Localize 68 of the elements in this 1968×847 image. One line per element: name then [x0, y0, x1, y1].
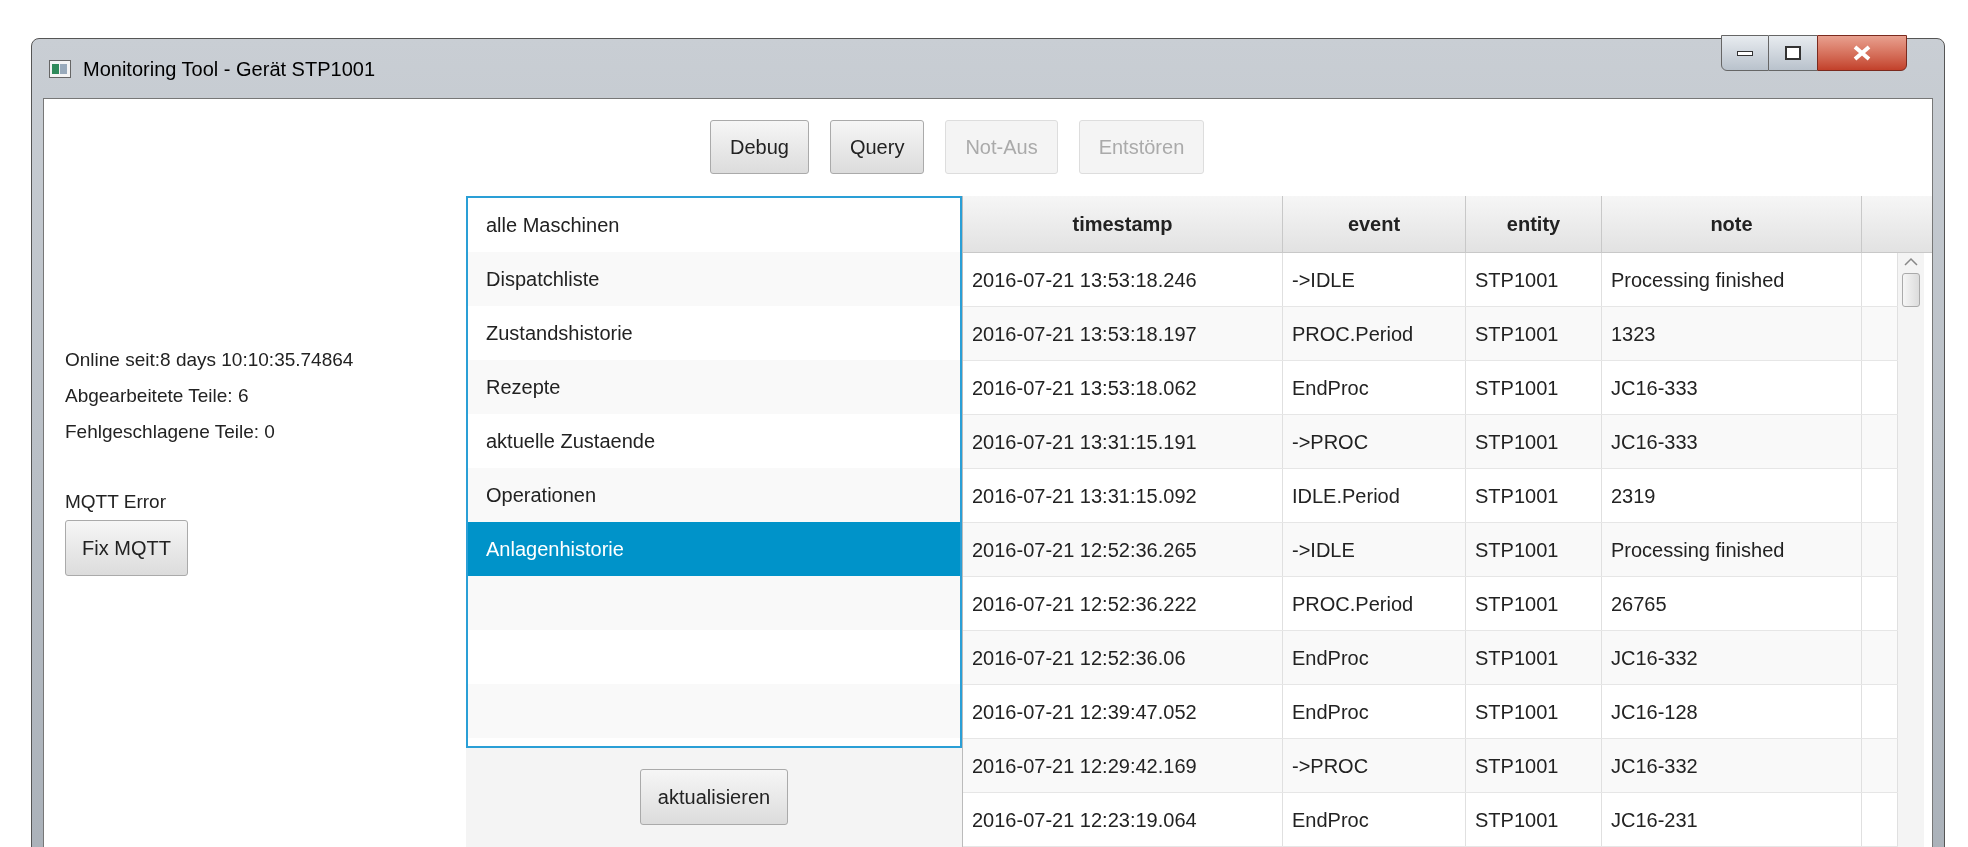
table-cell: ->IDLE — [1283, 523, 1466, 576]
close-button[interactable] — [1817, 35, 1907, 71]
table-cell: 2016-07-21 13:31:15.191 — [963, 415, 1283, 468]
scroll-thumb[interactable] — [1902, 273, 1920, 307]
table-cell: JC16-128 — [1602, 685, 1862, 738]
fix-mqtt-button[interactable]: Fix MQTT — [65, 520, 188, 576]
table-cell: 2016-07-21 13:53:18.246 — [963, 253, 1283, 306]
table-cell: JC16-332 — [1602, 631, 1862, 684]
table-cell: STP1001 — [1466, 523, 1602, 576]
table-cell: 2016-07-21 12:23:19.064 — [963, 793, 1283, 846]
status-text: Abgearbeitete Teile: 6 — [65, 384, 250, 408]
view-list-item[interactable]: Dispatchliste — [468, 252, 960, 306]
table-cell: EndProc — [1283, 685, 1466, 738]
view-list-item[interactable]: Rezepte — [468, 360, 960, 414]
table-cell: 2016-07-21 13:53:18.197 — [963, 307, 1283, 360]
minimize-button[interactable] — [1721, 35, 1769, 71]
window-title: Monitoring Tool - Gerät STP1001 — [83, 56, 375, 82]
table-cell: 2016-07-21 12:52:36.265 — [963, 523, 1283, 576]
table-cell: STP1001 — [1466, 469, 1602, 522]
table-cell: STP1001 — [1466, 793, 1602, 846]
table-cell: STP1001 — [1466, 577, 1602, 630]
column-header[interactable]: entity — [1466, 196, 1602, 252]
table-cell: PROC.Period — [1283, 577, 1466, 630]
table-cell: EndProc — [1283, 631, 1466, 684]
toolbar-button[interactable]: Query — [829, 120, 925, 174]
table-cell: STP1001 — [1466, 739, 1602, 792]
table-cell: STP1001 — [1466, 631, 1602, 684]
table-cell: 2016-07-21 12:52:36.222 — [963, 577, 1283, 630]
table-cell: JC16-333 — [1602, 415, 1862, 468]
table-cell: Processing finished — [1602, 523, 1862, 576]
maximize-button[interactable] — [1769, 35, 1817, 71]
table-cell: ->PROC — [1283, 739, 1466, 792]
table-cell: JC16-231 — [1602, 793, 1862, 846]
table-cell: 2319 — [1602, 469, 1862, 522]
table-cell: IDLE.Period — [1283, 469, 1466, 522]
refresh-button[interactable]: aktualisieren — [639, 769, 789, 825]
table-cell: STP1001 — [1466, 307, 1602, 360]
table-cell: 2016-07-21 13:31:15.092 — [963, 469, 1283, 522]
column-header[interactable]: note — [1602, 196, 1862, 252]
table-cell: STP1001 — [1466, 253, 1602, 306]
column-header[interactable]: event — [1283, 196, 1466, 252]
table-cell: ->PROC — [1283, 415, 1466, 468]
table-cell: Processing finished — [1602, 253, 1862, 306]
table-cell: JC16-332 — [1602, 739, 1862, 792]
table-cell: 2016-07-21 13:53:18.062 — [963, 361, 1283, 414]
table-cell: 2016-07-21 12:39:47.052 — [963, 685, 1283, 738]
table-cell: PROC.Period — [1283, 307, 1466, 360]
close-icon — [1852, 45, 1872, 61]
table-cell: 1323 — [1602, 307, 1862, 360]
table-cell: STP1001 — [1466, 685, 1602, 738]
scroll-up-icon[interactable] — [1904, 257, 1918, 267]
column-header[interactable]: timestamp — [963, 196, 1283, 252]
table-cell: JC16-333 — [1602, 361, 1862, 414]
table-cell: 2016-07-21 12:29:42.169 — [963, 739, 1283, 792]
view-list-item[interactable]: Operationen — [468, 468, 960, 522]
table-cell: ->IDLE — [1283, 253, 1466, 306]
table-cell: STP1001 — [1466, 361, 1602, 414]
mqtt-error-label: MQTT Error — [65, 490, 167, 514]
scrollbar[interactable] — [1898, 253, 1924, 847]
table-cell: EndProc — [1283, 793, 1466, 846]
app-icon — [49, 59, 71, 78]
table-cell: STP1001 — [1466, 415, 1602, 468]
table-cell: 26765 — [1602, 577, 1862, 630]
toolbar-button[interactable]: Debug — [710, 120, 809, 174]
status-text: Fehlgeschlagene Teile: 0 — [65, 420, 276, 444]
table-cell: 2016-07-21 12:52:36.06 — [963, 631, 1283, 684]
table-cell: EndProc — [1283, 361, 1466, 414]
status-text: Online seit:8 days 10:10:35.74864 — [65, 348, 355, 372]
